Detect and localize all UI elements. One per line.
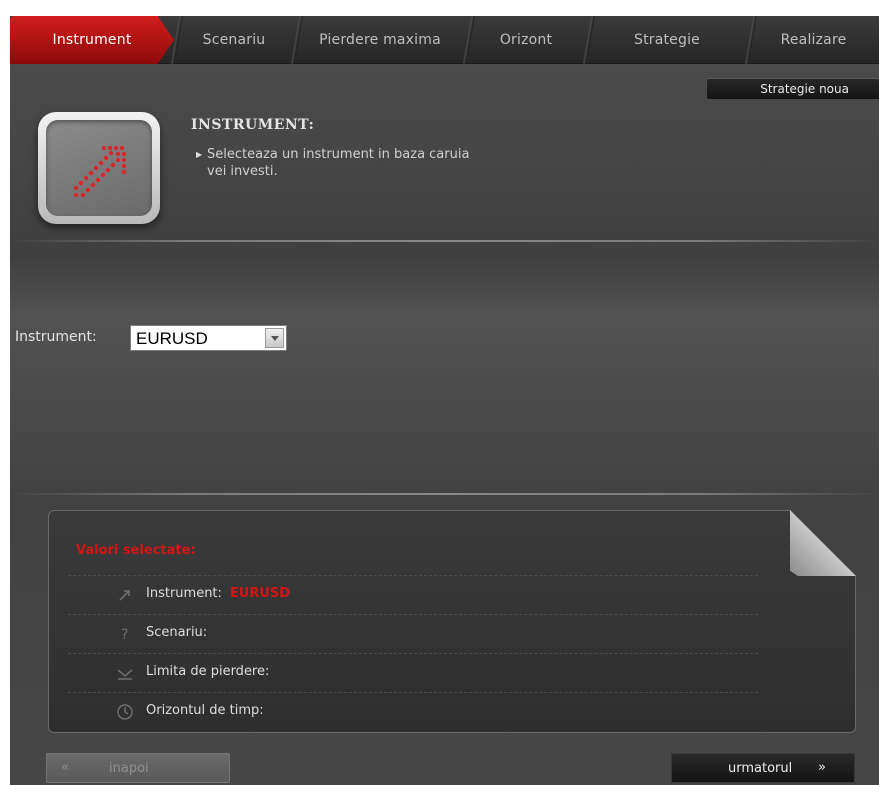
summary-row-limita: Limita de pierdere: (68, 653, 758, 691)
arrow-icon (119, 590, 130, 601)
tab-pierdere-maxima[interactable]: Pierdere maxima (290, 16, 466, 64)
page-curl-decoration (790, 510, 856, 576)
tab-strategie[interactable]: Strategie (582, 16, 748, 64)
step-description: ▶ Selecteaza un instrument in baza carui… (196, 146, 536, 180)
step-title: INSTRUMENT: (191, 117, 315, 133)
instrument-select-value: EURUSD (136, 329, 208, 348)
wizard-tab-bar: Instrument Scenariu Pierdere maxima Oriz… (10, 16, 879, 64)
instrument-select[interactable]: EURUSD (130, 325, 287, 351)
instrument-label: Instrument: (15, 329, 97, 345)
divider (10, 493, 879, 495)
summary-row-value: EURUSD (229, 586, 291, 601)
double-chevron-right-icon: » (818, 760, 826, 775)
diagonal-arrow-icon (73, 145, 127, 198)
next-button[interactable]: urmatorul » (671, 753, 855, 783)
strategy-wizard: Instrument Scenariu Pierdere maxima Oriz… (10, 16, 879, 785)
summary-row-label: Scenariu: (146, 625, 208, 640)
summary-row-instrument: Instrument: EURUSD (68, 575, 758, 613)
summary-row-label: Orizontul de timp: (146, 703, 264, 718)
dropdown-arrow-icon[interactable] (265, 328, 284, 348)
clock-icon (117, 704, 133, 720)
summary-row-label: Limita de pierdere: (146, 664, 270, 679)
tab-instrument[interactable]: Instrument (10, 16, 174, 64)
question-icon: ? (121, 627, 128, 643)
tab-scenariu[interactable]: Scenariu (170, 16, 294, 64)
divider (10, 240, 879, 242)
tab-realizare[interactable]: Realizare (744, 16, 879, 64)
summary-row-orizont: Orizontul de timp: (68, 692, 758, 730)
summary-row-label: Instrument: EURUSD (146, 586, 291, 601)
tab-orizont[interactable]: Orizont (462, 16, 586, 64)
new-strategy-button[interactable]: Strategie noua (707, 78, 879, 99)
double-chevron-left-icon: « (61, 760, 69, 775)
bullet-icon: ▶ (196, 150, 203, 159)
back-button-label: inapoi (109, 761, 149, 776)
instrument-step-icon (38, 112, 160, 224)
summary-row-scenariu: ? Scenariu: (68, 614, 758, 652)
down-arrow-icon (117, 669, 133, 680)
svg-text:?: ? (121, 627, 128, 643)
step-description-line1: Selecteaza un instrument in baza caruia (207, 147, 470, 162)
step-description-line2: vei investi. (207, 164, 278, 179)
selected-values-title: Valori selectate: (76, 543, 196, 558)
back-button[interactable]: « inapoi (46, 753, 230, 783)
next-button-label: urmatorul (728, 761, 793, 776)
